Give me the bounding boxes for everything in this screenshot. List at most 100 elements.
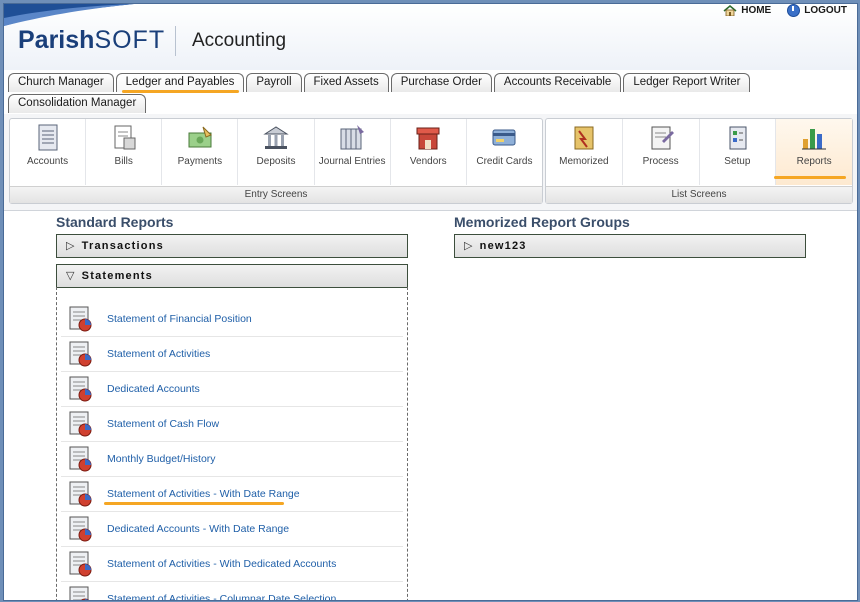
deposits-icon [263, 126, 289, 149]
report-icon [69, 341, 92, 367]
selected-tool-highlight [774, 176, 846, 179]
report-link-statement-of-activities-with-dedicated-accounts[interactable]: Statement of Activities - With Dedicated… [61, 547, 403, 582]
tab-row-2: Consolidation Manager [8, 94, 147, 113]
toolbar-credit-cards-button[interactable]: Credit Cards [467, 119, 542, 185]
report-highlight [104, 502, 284, 505]
toolbar-label: Deposits [256, 156, 296, 167]
report-link-statement-of-activities[interactable]: Statement of Activities [61, 337, 403, 372]
toolbar-payments-button[interactable]: Payments [162, 119, 239, 185]
tab-row-1: Church Manager Ledger and Payables Payroll… [8, 73, 751, 92]
toolbar-label: Bills [114, 156, 133, 167]
toolbar-label: Vendors [409, 156, 447, 167]
bills-icon [114, 125, 136, 150]
toolbar-label: Reports [796, 156, 832, 167]
logout-link[interactable]: LOGOUT [787, 4, 847, 17]
app-title: Accounting [192, 30, 287, 51]
journal-entries-icon [340, 125, 365, 150]
report-label: Statement of Activities [107, 348, 211, 360]
toolbar-bills-button[interactable]: Bills [86, 119, 163, 185]
report-icon [69, 446, 92, 472]
top-links: HOME LOGOUT [723, 4, 847, 17]
credit-cards-icon [492, 129, 516, 146]
report-link-statement-of-financial-position[interactable]: Statement of Financial Position [61, 302, 403, 337]
toolbar-label: Memorized [559, 156, 609, 167]
report-icon [69, 551, 92, 577]
expand-triangle-icon: ▷ [66, 240, 76, 252]
toolbar-deposits-button[interactable]: Deposits [238, 119, 315, 185]
home-link[interactable]: HOME [723, 5, 771, 16]
report-link-monthly-budget-history[interactable]: Monthly Budget/History [61, 442, 403, 477]
report-link-dedicated-accounts-with-date-range[interactable]: Dedicated Accounts - With Date Range [61, 512, 403, 547]
standard-reports-title: Standard Reports [56, 214, 174, 230]
module-tabs: Church Manager Ledger and Payables Payroll… [4, 70, 857, 115]
accordion-new123[interactable]: ▷ new123 [454, 234, 806, 258]
report-link-statement-of-activities-with-date-range[interactable]: Statement of Activities - With Date Rang… [61, 477, 403, 512]
tab-payroll[interactable]: Payroll [246, 73, 302, 92]
list-screens-group: Memorized Process Setup Reports List Screen… [545, 118, 853, 204]
report-label: Statement of Cash Flow [107, 418, 220, 430]
toolbar-label: Process [642, 156, 679, 167]
active-tab-highlight [122, 90, 239, 93]
report-label: Monthly Budget/History [107, 453, 216, 465]
accordion-statements[interactable]: ▽ Statements [56, 264, 408, 288]
report-icon [69, 306, 92, 332]
entry-screens-caption: Entry Screens [10, 186, 542, 203]
tab-ledger-report-writer[interactable]: Ledger Report Writer [623, 73, 751, 92]
process-icon [651, 126, 674, 150]
entry-screens-items: Accounts Bills Payments Deposits Journal Ent… [10, 119, 542, 185]
toolbar-label: Setup [724, 156, 751, 167]
report-link-dedicated-accounts[interactable]: Dedicated Accounts [61, 372, 403, 407]
entry-screens-group: Accounts Bills Payments Deposits Journal Ent… [9, 118, 543, 204]
report-label: Statement of Activities - With Dedicated… [107, 558, 337, 570]
report-icon [69, 481, 92, 507]
report-icon [69, 586, 90, 600]
accounts-icon [38, 124, 58, 151]
logo-part2: SOFT [94, 26, 166, 54]
home-label: HOME [741, 5, 772, 16]
toolbar-process-button[interactable]: Process [623, 119, 700, 185]
tab-purchase-order[interactable]: Purchase Order [390, 73, 492, 92]
toolbar-memorized-button[interactable]: Memorized [546, 119, 623, 185]
header: ParishSOFT Accounting HOME LOGOUT [4, 4, 857, 70]
toolbar-journal-entries-button[interactable]: Journal Entries [315, 119, 391, 185]
report-label: Statement of Activities - Columnar Date … [107, 593, 337, 601]
tab-church-manager[interactable]: Church Manager [8, 73, 114, 92]
memorized-icon [574, 126, 594, 150]
logout-label: LOGOUT [804, 5, 847, 16]
list-screens-caption: List Screens [546, 186, 852, 203]
accordion-label: Transactions [81, 240, 164, 252]
toolbar-label: Payments [177, 156, 223, 167]
setup-icon [729, 126, 747, 150]
expand-triangle-icon: ▷ [464, 240, 474, 252]
toolbar-vendors-button[interactable]: Vendors [391, 119, 467, 185]
parishsoft-logo[interactable]: ParishSOFT [18, 26, 165, 55]
toolbar-label: Accounts [27, 156, 69, 167]
tab-consolidation-manager[interactable]: Consolidation Manager [8, 94, 147, 113]
report-link-statement-of-cash-flow[interactable]: Statement of Cash Flow [61, 407, 403, 442]
toolbar-label: Credit Cards [476, 156, 533, 167]
logo-swoosh [4, 4, 134, 26]
logout-icon [787, 4, 801, 17]
tab-accounts-receivable[interactable]: Accounts Receivable [493, 73, 622, 92]
payments-icon [188, 126, 212, 148]
report-icon [69, 376, 92, 402]
report-label: Dedicated Accounts - With Date Range [107, 523, 290, 535]
collapse-triangle-icon: ▽ [66, 270, 76, 282]
toolbar-accounts-button[interactable]: Accounts [10, 119, 87, 185]
statements-list: Statement of Financial Position Statement… [56, 287, 408, 601]
icon-toolbar: Accounts Bills Payments Deposits Journal Ent… [4, 114, 857, 211]
reports-icon [802, 129, 827, 150]
report-label: Statement of Activities - With Date Rang… [107, 488, 300, 500]
accordion-label: Statements [81, 270, 153, 282]
logo-part1: Parish [18, 26, 95, 54]
app-window: ParishSOFT Accounting HOME LOGOUT Church… [3, 3, 858, 601]
toolbar-setup-button[interactable]: Setup [700, 119, 777, 185]
accordion-transactions[interactable]: ▷ Transactions [56, 234, 408, 258]
report-label: Dedicated Accounts [107, 383, 200, 395]
report-icon [69, 516, 92, 542]
report-icon [69, 411, 92, 437]
tab-fixed-assets[interactable]: Fixed Assets [303, 73, 389, 92]
vendors-icon [416, 127, 440, 150]
report-link-statement-of-activities-columnar-date-selection[interactable]: Statement of Activities - Columnar Date … [61, 582, 403, 601]
